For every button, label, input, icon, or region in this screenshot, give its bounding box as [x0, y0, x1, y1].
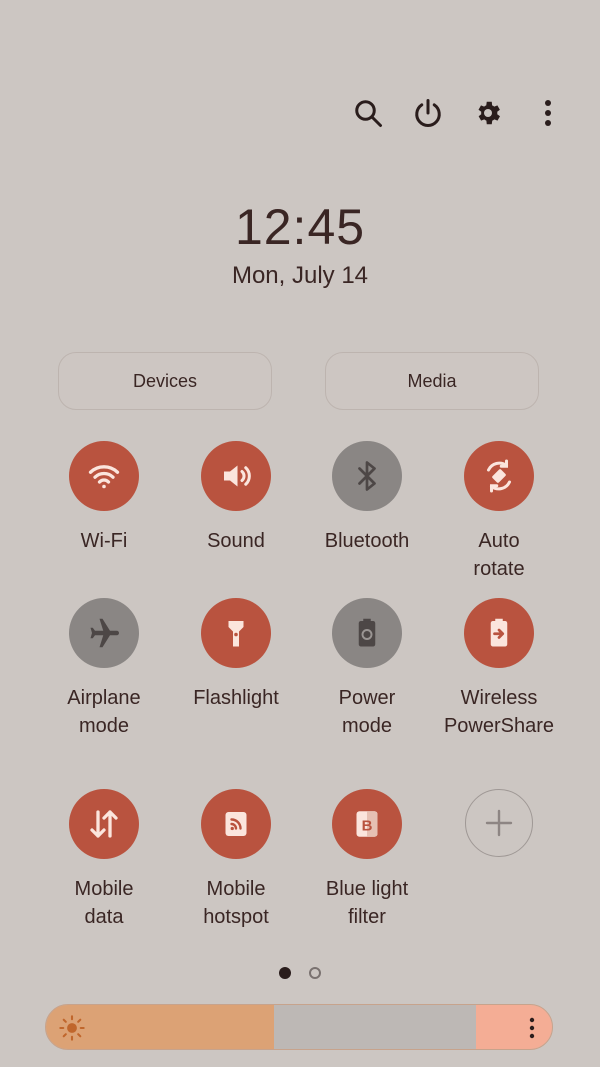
- media-button[interactable]: Media: [325, 352, 539, 410]
- mobile-data-icon: [69, 789, 139, 859]
- brightness-more-icon[interactable]: [524, 1015, 540, 1041]
- page-dot-2[interactable]: [309, 967, 321, 979]
- top-action-bar: [352, 92, 564, 134]
- settings-icon[interactable]: [472, 92, 504, 134]
- power-mode-icon: [332, 598, 402, 668]
- tile-label: Wireless PowerShare: [443, 687, 555, 737]
- tile-sound[interactable]: Sound: [170, 441, 302, 555]
- tile-auto-rotate[interactable]: Auto rotate: [433, 441, 565, 583]
- tile-power-mode[interactable]: Power mode: [301, 598, 433, 740]
- auto-rotate-icon: [464, 441, 534, 511]
- tile-airplane-mode[interactable]: Airplane mode: [38, 598, 170, 740]
- flashlight-icon: [201, 598, 271, 668]
- more-options-icon[interactable]: [532, 92, 564, 134]
- clock-date[interactable]: Mon, July 14: [0, 262, 600, 290]
- tile-label: Auto rotate: [473, 530, 525, 580]
- tile-label: Mobile hotspot: [203, 878, 269, 928]
- tile-label: Bluetooth: [324, 530, 410, 552]
- tile-mobile-data[interactable]: Mobile data: [38, 789, 170, 931]
- wifi-icon: [69, 441, 139, 511]
- sound-icon: [201, 441, 271, 511]
- tile-flashlight[interactable]: Flashlight: [170, 598, 302, 712]
- blue-light-filter-icon: B: [332, 789, 402, 859]
- clock-time[interactable]: 12:45: [0, 198, 600, 256]
- tile-label: Wi-Fi: [80, 530, 128, 552]
- mobile-hotspot-icon: [201, 789, 271, 859]
- add-tile-icon[interactable]: [465, 789, 533, 857]
- search-icon[interactable]: [352, 92, 384, 134]
- tile-add[interactable]: [433, 789, 565, 873]
- bluetooth-icon: [332, 441, 402, 511]
- tile-label: Mobile data: [74, 878, 134, 928]
- tile-label: Flashlight: [193, 687, 279, 709]
- page-indicator: [0, 967, 600, 979]
- tile-mobile-hotspot[interactable]: Mobile hotspot: [170, 789, 302, 931]
- svg-text:B: B: [362, 817, 373, 834]
- tile-label: Sound: [207, 530, 265, 552]
- sun-icon: [59, 1015, 85, 1041]
- tile-blue-light-filter[interactable]: B Blue light filter: [301, 789, 433, 931]
- power-icon[interactable]: [412, 92, 444, 134]
- tile-wifi[interactable]: Wi-Fi: [38, 441, 170, 555]
- tile-label: Airplane mode: [67, 687, 141, 737]
- tile-wireless-powershare[interactable]: Wireless PowerShare: [433, 598, 565, 740]
- tile-bluetooth[interactable]: Bluetooth: [301, 441, 433, 555]
- devices-button[interactable]: Devices: [58, 352, 272, 410]
- brightness-settings-area[interactable]: [476, 1005, 552, 1049]
- brightness-slider[interactable]: [45, 1004, 553, 1050]
- page-dot-1[interactable]: [279, 967, 291, 979]
- tile-label: Blue light filter: [325, 878, 409, 928]
- tile-label: Power mode: [338, 687, 396, 737]
- airplane-icon: [69, 598, 139, 668]
- wireless-powershare-icon: [464, 598, 534, 668]
